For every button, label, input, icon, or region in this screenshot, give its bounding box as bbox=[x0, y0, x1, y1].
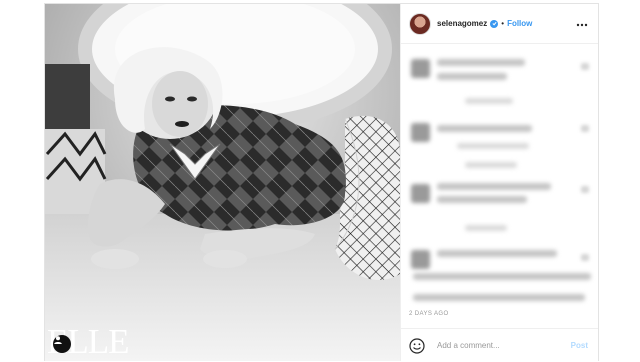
blurred-like-icon bbox=[581, 63, 589, 70]
post-photo[interactable]: ELLE bbox=[45, 4, 400, 361]
blurred-like-icon bbox=[581, 254, 589, 261]
post-comment-button[interactable]: Post bbox=[571, 341, 588, 350]
blurred-like-icon bbox=[581, 186, 589, 193]
instagram-post: ELLE selenagomez • Follow 2 DAYS AGO Add… bbox=[44, 3, 599, 361]
blurred-like-icon bbox=[581, 125, 589, 132]
follow-button[interactable]: Follow bbox=[507, 19, 532, 28]
blurred-comment-meta bbox=[457, 143, 529, 149]
verified-badge-icon bbox=[490, 19, 499, 28]
blurred-comment-text bbox=[437, 73, 507, 80]
user-tag-icon[interactable] bbox=[53, 335, 71, 353]
comments-list bbox=[401, 45, 598, 301]
blurred-comment-text bbox=[413, 294, 585, 301]
post-side-panel: selenagomez • Follow 2 DAYS AGO Add a co… bbox=[400, 4, 598, 361]
blurred-comment-text bbox=[437, 196, 527, 203]
more-horizontal-icon[interactable] bbox=[576, 18, 588, 30]
blurred-comment-text bbox=[437, 59, 525, 66]
blurred-comment-avatar bbox=[411, 250, 430, 269]
blurred-comment-meta bbox=[465, 225, 507, 231]
portrait-image bbox=[45, 4, 400, 361]
post-header: selenagomez • Follow bbox=[401, 4, 598, 44]
add-comment-bar: Post bbox=[401, 328, 598, 362]
emoji-smile-icon[interactable] bbox=[409, 337, 425, 354]
username-link[interactable]: selenagomez bbox=[437, 19, 487, 28]
comment-input[interactable] bbox=[435, 340, 571, 351]
post-timestamp: 2 DAYS AGO bbox=[409, 311, 449, 317]
blurred-comment-avatar bbox=[411, 184, 430, 203]
separator-dot: • bbox=[501, 19, 505, 28]
blurred-comment-meta bbox=[465, 98, 513, 104]
blurred-comment-text bbox=[413, 273, 591, 280]
blurred-comment-meta bbox=[465, 162, 517, 168]
avatar[interactable] bbox=[409, 12, 431, 35]
blurred-comment-text bbox=[437, 183, 551, 190]
blurred-comment-text bbox=[437, 125, 532, 132]
blurred-comment-avatar bbox=[411, 59, 430, 78]
blurred-comment-text bbox=[437, 250, 557, 257]
blurred-comment-avatar bbox=[411, 123, 430, 142]
